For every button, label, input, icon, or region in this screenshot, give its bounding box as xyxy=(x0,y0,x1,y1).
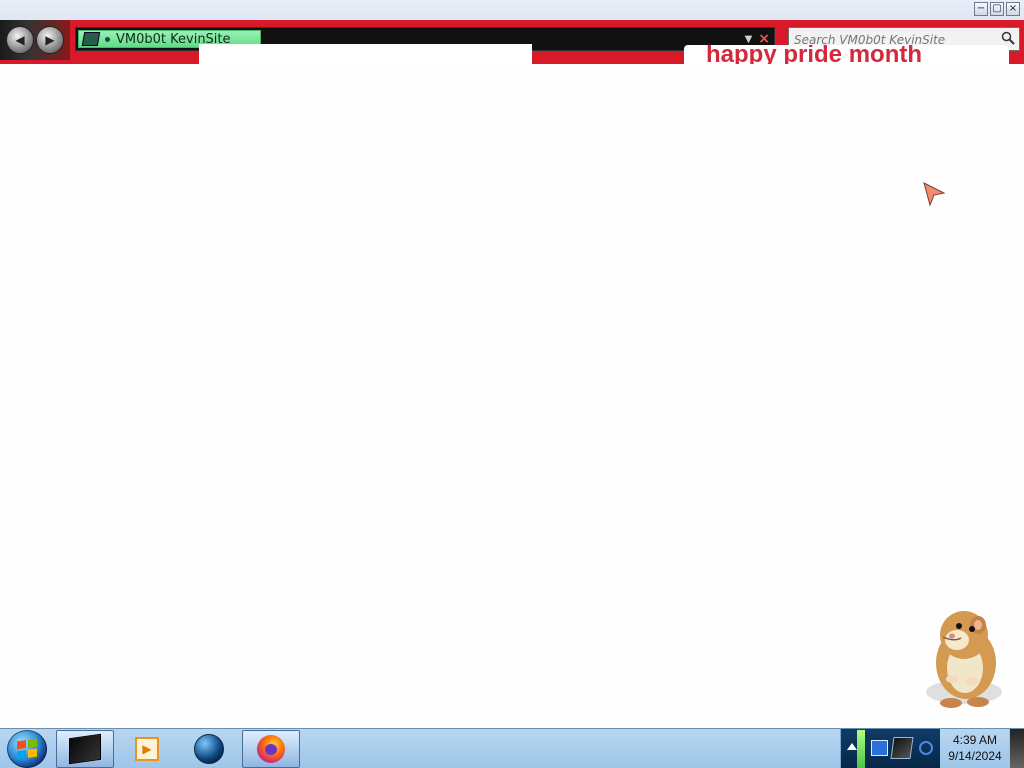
firefox-icon xyxy=(257,735,285,763)
page-header-strip xyxy=(199,44,532,64)
firefox-taskbar-button[interactable] xyxy=(242,730,300,768)
pride-banner-text: happy pride month xyxy=(706,45,922,64)
taskbar: ▶ 4:39 AM 9/14/2024 xyxy=(0,728,1024,768)
tray-indicator xyxy=(857,730,865,768)
site-status-icon xyxy=(105,36,110,42)
restore-icon[interactable]: ▢ xyxy=(990,2,1004,16)
globe-taskbar-button[interactable] xyxy=(180,730,238,768)
close-icon[interactable]: × xyxy=(1006,2,1020,16)
back-forward-controls: ◀ ▶ xyxy=(6,26,64,54)
cursor-icon xyxy=(923,182,946,207)
globe-icon xyxy=(194,734,224,764)
site-favicon-icon xyxy=(81,32,101,46)
network-icon[interactable] xyxy=(871,740,888,756)
search-icon[interactable] xyxy=(1001,31,1015,45)
terminal-taskbar-button[interactable] xyxy=(56,730,114,768)
show-desktop-button[interactable] xyxy=(1009,729,1024,768)
pride-banner: happy pride month xyxy=(684,45,1009,64)
terminal-icon xyxy=(69,733,101,765)
hamster-icon xyxy=(926,611,1002,708)
system-tray xyxy=(840,729,940,768)
clock-date: 9/14/2024 xyxy=(948,749,1002,763)
webpage-content-area xyxy=(0,64,1024,728)
window-controls: − ▢ × xyxy=(974,2,1020,16)
media-player-taskbar-button[interactable]: ▶ xyxy=(118,730,176,768)
start-button[interactable] xyxy=(7,730,47,768)
desktop-screen: − ▢ × ◀ ▶ VM0b0t KevinSite ▼ × Search VM… xyxy=(0,0,1024,768)
taskbar-app-buttons: ▶ xyxy=(56,729,300,768)
clock-time: 4:39 AM xyxy=(952,733,998,747)
taskbar-clock[interactable]: 4:39 AM 9/14/2024 xyxy=(942,732,1008,764)
minimize-icon[interactable]: − xyxy=(974,2,988,16)
volume-icon[interactable] xyxy=(919,741,933,755)
media-player-icon: ▶ xyxy=(135,737,159,761)
forward-icon[interactable]: ▶ xyxy=(36,26,64,54)
back-icon[interactable]: ◀ xyxy=(6,26,34,54)
device-icon[interactable] xyxy=(890,737,914,759)
browser-titlebar[interactable]: − ▢ × xyxy=(0,0,1024,20)
dropdown-arrow-icon[interactable]: ▼ xyxy=(745,34,753,45)
show-hidden-icons-icon[interactable] xyxy=(847,743,857,750)
windows-logo-icon xyxy=(17,738,37,760)
